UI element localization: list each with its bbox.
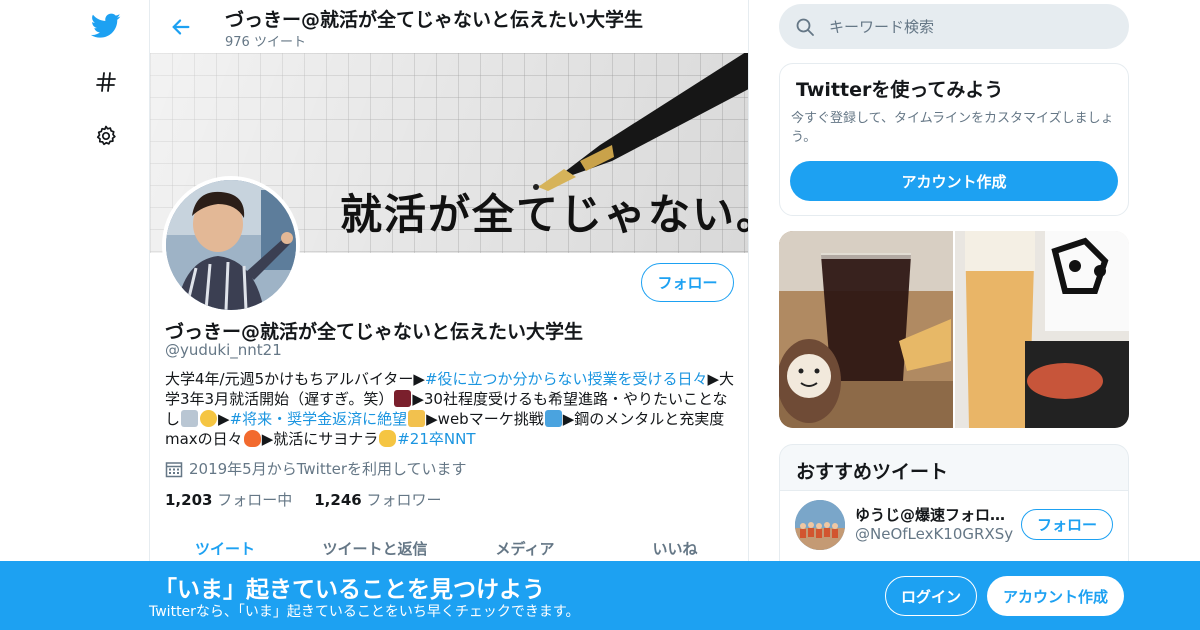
recommended-user[interactable]: ゆうじ@爆速フォロ… @NeOfLexK10GRXSy フォロー	[780, 491, 1128, 561]
calendar-icon	[165, 461, 183, 477]
header-title: づっきー@就活が全てじゃないと伝えたい大学生	[225, 9, 644, 31]
recommend-header: おすすめツイート	[780, 445, 1128, 491]
profile-header: づっきー@就活が全てじゃないと伝えたい大学生 976 ツイート	[150, 0, 748, 53]
bio-text: ▶webマーケ挑戦	[426, 410, 544, 428]
settings-gear-icon[interactable]	[86, 116, 126, 156]
joined-text: 2019年5月からTwitterを利用しています	[189, 460, 467, 478]
bottom-bar-subtitle: Twitterなら、「いま」起きていることをいち早くチェックできます。	[149, 604, 580, 620]
tweet-count: 976 ツイート	[225, 35, 306, 50]
followers-stat[interactable]: 1,246 フォロワー	[314, 489, 441, 510]
profile-avatar[interactable]	[162, 176, 300, 314]
banner-text: 就活が全てじゃない。	[340, 190, 749, 239]
hashtag-link[interactable]: #役に立つか分からない授業を受ける日々	[425, 370, 708, 388]
explore-hashtag-icon[interactable]	[86, 62, 126, 102]
login-button[interactable]: ログイン	[885, 576, 977, 616]
joined-date: 2019年5月からTwitterを利用しています	[165, 458, 467, 479]
signup-card: Twitterを使ってみよう 今すぐ登録して、タイムラインをカスタマイズしましょ…	[779, 63, 1129, 216]
bio-text: ▶	[218, 410, 230, 428]
profile-bio: 大学4年/元週5かけもちアルバイター▶#役に立つか分からない授業を受ける日々▶大…	[165, 369, 740, 449]
twitter-logo-icon[interactable]	[86, 6, 126, 46]
waving-hand-emoji-icon	[379, 430, 397, 447]
search-icon	[796, 18, 814, 36]
create-account-button[interactable]: アカウント作成	[790, 161, 1118, 201]
page: づっきー@就活が全てじゃないと伝えたい大学生 976 ツイート 就活が全てじゃな…	[0, 0, 1200, 630]
hashtag-link[interactable]: #21卒NNT	[397, 430, 475, 448]
money-emoji-icon	[408, 410, 426, 427]
follow-button[interactable]: フォロー	[641, 263, 734, 302]
follow-stats: 1,203 フォロー中 1,246 フォロワー	[165, 489, 442, 510]
crying-face-emoji-icon	[200, 410, 218, 427]
recommended-follow-button[interactable]: フォロー	[1021, 509, 1113, 540]
necktie-emoji-icon	[394, 390, 412, 407]
following-count: 1,203	[165, 491, 213, 509]
bottom-bar-title: 「いま」起きていることを見つけよう	[154, 577, 545, 603]
hashtag-link[interactable]: #将来・奨学金返済に絶望	[230, 410, 408, 428]
profile-handle: @yuduki_nnt21	[165, 341, 282, 359]
bottom-create-account-button[interactable]: アカウント作成	[987, 576, 1124, 616]
followers-label: フォロワー	[366, 491, 442, 509]
search-box	[779, 4, 1129, 49]
recommended-user-avatar[interactable]	[795, 500, 845, 550]
recommended-user-handle: @NeOfLexK10GRXSy	[855, 525, 1014, 543]
following-label: フォロー中	[217, 491, 293, 509]
banner-pen-image	[533, 53, 748, 191]
following-stat[interactable]: 1,203 フォロー中	[165, 489, 292, 510]
signup-card-description: 今すぐ登録して、タイムラインをカスタマイズしましょう。	[791, 111, 1114, 145]
fire-emoji-icon	[243, 430, 261, 447]
followers-count: 1,246	[314, 491, 362, 509]
profile-name: づっきー@就活が全てじゃないと伝えたい大学生	[165, 321, 584, 343]
left-nav	[80, 0, 150, 630]
recommend-title: おすすめツイート	[796, 461, 949, 483]
desktop-computer-emoji-icon	[544, 410, 562, 427]
recommended-user-name: ゆうじ@爆速フォロ…	[855, 506, 1006, 524]
media-photo-beer[interactable]	[955, 231, 1129, 428]
bio-text: ▶就活にサヨナラ	[261, 430, 379, 448]
bio-text: 大学4年/元週5かけもちアルバイター▶	[165, 370, 425, 388]
profile-column: づっきー@就活が全てじゃないと伝えたい大学生 976 ツイート 就活が全てじゃな…	[149, 0, 749, 630]
media-photos	[779, 231, 1129, 428]
search-input[interactable]	[829, 4, 1109, 49]
bottom-signup-bar: 「いま」起きていることを見つけよう Twitterなら、「いま」起きていることを…	[0, 561, 1200, 630]
back-arrow-icon[interactable]	[168, 14, 194, 40]
media-photo-coffee[interactable]	[779, 231, 953, 428]
signup-card-title: Twitterを使ってみよう	[796, 79, 1004, 101]
office-building-emoji-icon	[181, 410, 199, 427]
